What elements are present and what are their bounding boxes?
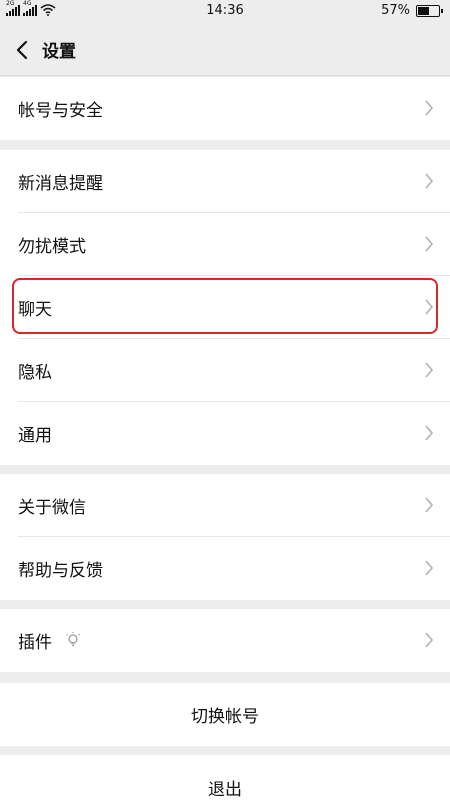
plugin-bulb-icon [66,632,80,647]
chevron-right-icon [425,299,434,315]
chevron-right-icon [425,497,434,513]
battery-percent: 57% [381,3,410,18]
chevron-right-icon [425,100,434,116]
settings-item-label: 通用 [18,426,52,446]
logout-button[interactable]: 退出 [0,755,450,800]
settings-item-about-wechat[interactable]: 关于微信 [0,474,450,537]
nav-bar: 设置 [0,24,450,76]
settings-item-chat[interactable]: 聊天 [0,276,450,339]
settings-item-account-security[interactable]: 帐号与安全 [0,77,450,140]
settings-item-privacy[interactable]: 隐私 [0,339,450,402]
battery-fill [418,6,429,15]
settings-item-label: 帐号与安全 [18,101,103,121]
settings-item-label: 勿扰模式 [18,237,86,257]
settings-item-label: 插件 [18,633,52,653]
chevron-left-icon [16,40,28,59]
settings-item-general[interactable]: 通用 [0,402,450,465]
settings-item-label: 帮助与反馈 [18,561,103,581]
back-button[interactable] [2,24,42,76]
status-right: 57% [381,3,443,18]
chevron-right-icon [425,173,434,189]
chevron-right-icon [425,560,434,576]
settings-item-do-not-disturb[interactable]: 勿扰模式 [0,213,450,276]
settings-item-label: 隐私 [18,363,52,383]
battery-icon [416,4,443,17]
chevron-right-icon [425,236,434,252]
page-title: 设置 [42,42,76,62]
settings-item-label: 聊天 [18,300,52,320]
settings-item-label: 新消息提醒 [18,174,103,194]
chevron-right-icon [425,632,434,648]
settings-item-help-feedback[interactable]: 帮助与反馈 [0,537,450,600]
settings-item-plugins[interactable]: 插件 [0,609,450,672]
switch-account-button[interactable]: 切换帐号 [0,683,450,746]
chevron-right-icon [425,425,434,441]
chevron-right-icon [425,362,434,378]
settings-item-new-message-alerts[interactable]: 新消息提醒 [0,150,450,213]
settings-item-label: 关于微信 [18,498,86,518]
status-bar: 2G 4G 14:36 57% [0,0,450,24]
